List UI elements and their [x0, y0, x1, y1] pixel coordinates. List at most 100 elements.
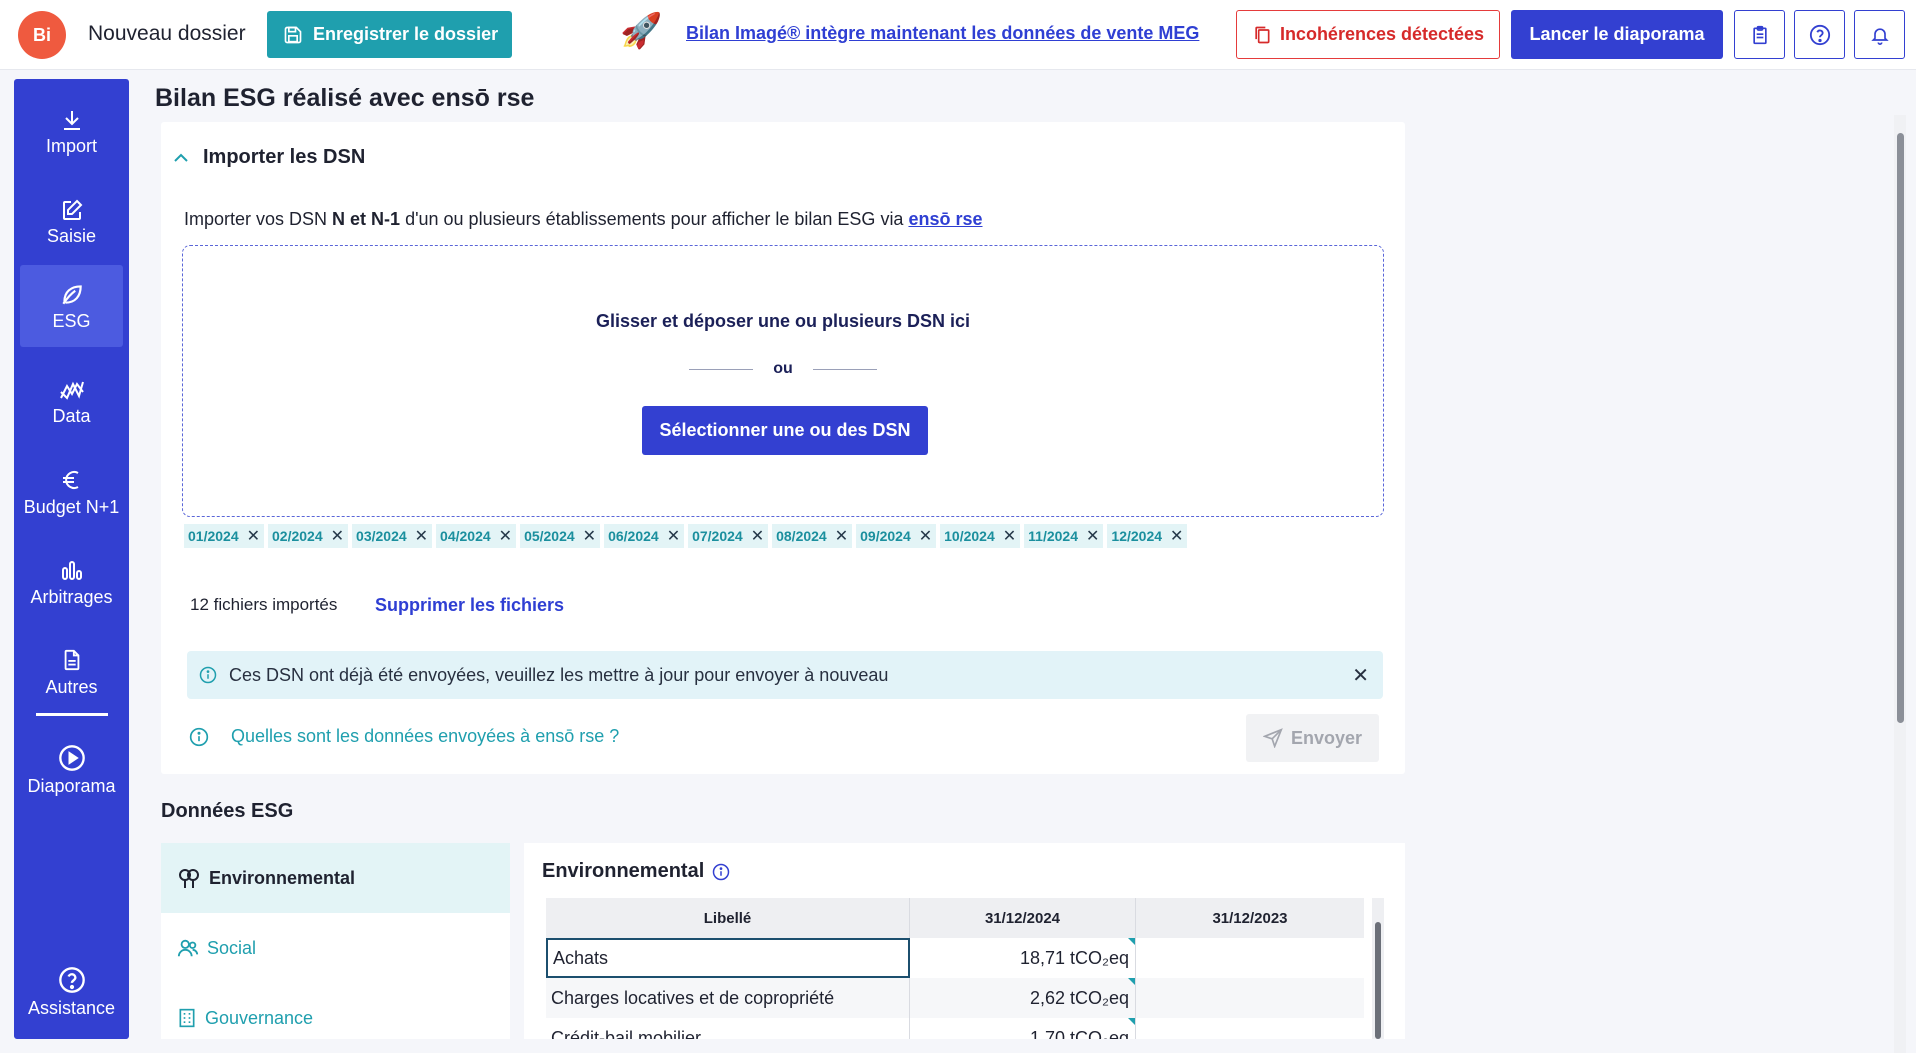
info-alert: Ces DSN ont déjà été envoyées, veuillez … [187, 651, 1383, 699]
table-cell-value[interactable]: 1,70 tCO₂eq [910, 1018, 1136, 1039]
remove-file-icon[interactable]: ✕ [1086, 526, 1099, 546]
remove-file-icon[interactable]: ✕ [499, 526, 512, 546]
clipboard-button[interactable] [1734, 10, 1785, 59]
send-button[interactable]: Envoyer [1246, 714, 1379, 762]
table-cell-label[interactable]: Achats [546, 938, 910, 978]
sidebar-item-import[interactable]: Import [20, 91, 123, 173]
remove-file-icon[interactable]: ✕ [835, 526, 848, 546]
table-row[interactable]: Achats 18,71 tCO₂eq [546, 938, 1364, 978]
building-icon [179, 1008, 195, 1028]
info-icon [199, 666, 217, 684]
help-button[interactable] [1794, 10, 1845, 59]
file-chip-label: 05/2024 [524, 528, 575, 544]
sidebar-item-label: Import [45, 135, 97, 156]
intro-bold: N et N-1 [332, 209, 401, 229]
sidebar-item-assistance[interactable]: Assistance [20, 951, 123, 1033]
app-logo[interactable]: Bi [18, 11, 66, 59]
file-chips: 01/2024 ✕ 02/2024 ✕ 03/2024 ✕ 04/2024 ✕ 05/2024 ✕… [184, 524, 1188, 548]
dsn-dropzone[interactable]: Glisser et déposer une ou plusieurs DSN … [182, 245, 1384, 517]
data-sent-info-link[interactable]: Quelles sont les données envoyées à ensō… [189, 726, 619, 747]
or-label: ou [773, 360, 793, 377]
save-icon [284, 26, 302, 43]
sidebar-item-arbitrages[interactable]: Arbitrages [20, 541, 123, 623]
file-chip-label: 10/2024 [944, 528, 995, 544]
delete-files-button[interactable]: Supprimer les fichiers [375, 595, 564, 616]
file-chip-label: 11/2024 [1028, 528, 1078, 544]
close-icon[interactable]: ✕ [1352, 663, 1369, 688]
send-icon [1262, 728, 1283, 748]
launch-diaporama-button[interactable]: Lancer le diaporama [1511, 10, 1723, 59]
intro-text: Importer vos DSN [184, 209, 333, 229]
file-chip: 09/2024 ✕ [856, 524, 937, 548]
page-scrollbar-thumb[interactable] [1897, 133, 1904, 723]
file-chip: 07/2024 ✕ [688, 524, 769, 548]
page-title: Bilan ESG réalisé avec ensō rse [155, 84, 535, 112]
download-icon [63, 110, 80, 130]
column-header[interactable]: Libellé [546, 898, 910, 938]
table-cell-value[interactable]: 2,62 tCO₂eq [910, 978, 1136, 1018]
remove-file-icon[interactable]: ✕ [247, 526, 260, 546]
sidebar-item-label: Saisie [46, 225, 97, 246]
table-scrollbar-thumb[interactable] [1375, 922, 1381, 1039]
column-header[interactable]: 31/12/2024 [910, 898, 1136, 938]
sidebar-item-budget[interactable]: Budget N+1 [20, 451, 123, 533]
table-row[interactable]: Charges locatives et de copropriété 2,62… [546, 978, 1364, 1018]
send-label: Envoyer [1290, 727, 1363, 748]
table-cell-value[interactable] [1136, 978, 1364, 1018]
file-chip: 10/2024 ✕ [940, 524, 1021, 548]
news-link[interactable]: Bilan Imagé® intègre maintenant les donn… [686, 23, 1199, 44]
sidebar-item-data[interactable]: Data [20, 361, 123, 443]
sidebar-item-esg[interactable]: ESG [20, 265, 123, 347]
remove-file-icon[interactable]: ✕ [919, 526, 932, 546]
select-dsn-button[interactable]: Sélectionner une ou des DSN [642, 406, 928, 455]
esg-tab-label: Social [207, 937, 257, 958]
cell-marker [1128, 978, 1135, 985]
table-cell-value[interactable]: 18,71 tCO₂eq [910, 938, 1136, 978]
table-cell-label[interactable]: Charges locatives et de copropriété [546, 978, 910, 1018]
save-dossier-button[interactable]: Enregistrer le dossier [267, 11, 512, 58]
remove-file-icon[interactable]: ✕ [1170, 526, 1183, 546]
remove-file-icon[interactable]: ✕ [331, 526, 344, 546]
file-chip-label: 01/2024 [188, 528, 239, 544]
info-icon[interactable] [712, 863, 730, 881]
remove-file-icon[interactable]: ✕ [415, 526, 428, 546]
table-scrollbar-track[interactable] [1372, 898, 1384, 1039]
help-circle-icon [58, 966, 85, 993]
esg-tab-gouvernance[interactable]: Gouvernance [161, 983, 510, 1053]
leaf-icon [61, 284, 82, 304]
esg-tab-environnemental[interactable]: Environnemental [161, 843, 510, 913]
remove-file-icon[interactable]: ✕ [667, 526, 680, 546]
sidebar-item-diaporama[interactable]: Diaporama [20, 729, 123, 811]
sidebar-item-saisie[interactable]: Saisie [20, 181, 123, 263]
column-header[interactable]: 31/12/2023 [1136, 898, 1364, 938]
incoherences-button[interactable]: Incohérences détectées [1236, 10, 1500, 59]
sidebar: Import Saisie ESG Data Budget N+1 Arbitr… [14, 79, 129, 1039]
save-dossier-label: Enregistrer le dossier [313, 24, 499, 44]
esg-tab-social[interactable]: Social [161, 913, 510, 983]
sidebar-item-label: Data [52, 405, 91, 426]
file-chip-label: 03/2024 [356, 528, 407, 544]
remove-file-icon[interactable]: ✕ [751, 526, 764, 546]
rocket-icon: 🚀 [620, 12, 663, 50]
page-scrollbar-track[interactable] [1894, 115, 1906, 1053]
notifications-button[interactable] [1854, 10, 1905, 59]
remove-file-icon[interactable]: ✕ [583, 526, 596, 546]
file-chip: 02/2024 ✕ [268, 524, 349, 548]
sidebar-item-label: Arbitrages [30, 586, 113, 607]
value-text: 1,70 tCO₂eq [1029, 1027, 1129, 1040]
file-chip: 05/2024 ✕ [520, 524, 601, 548]
table-row[interactable]: Crédit-bail mobilier 1,70 tCO₂eq [546, 1018, 1364, 1039]
file-chip-label: 04/2024 [440, 528, 491, 544]
enso-rse-link[interactable]: ensō rse [908, 209, 982, 229]
file-chip: 01/2024 ✕ [184, 524, 265, 548]
table-cell-value[interactable] [1136, 938, 1364, 978]
clipboard-icon [1752, 25, 1767, 44]
table-cell-value[interactable] [1136, 1018, 1364, 1039]
table-cell-label[interactable]: Crédit-bail mobilier [546, 1018, 910, 1039]
sidebar-item-autres[interactable]: Autres [20, 631, 123, 713]
remove-file-icon[interactable]: ✕ [1003, 526, 1016, 546]
file-chip-label: 07/2024 [692, 528, 743, 544]
top-bar: Bi Nouveau dossier Enregistrer le dossie… [0, 0, 1916, 70]
cell-marker [1128, 1018, 1135, 1025]
import-section-toggle[interactable]: Importer les DSN [173, 146, 365, 169]
